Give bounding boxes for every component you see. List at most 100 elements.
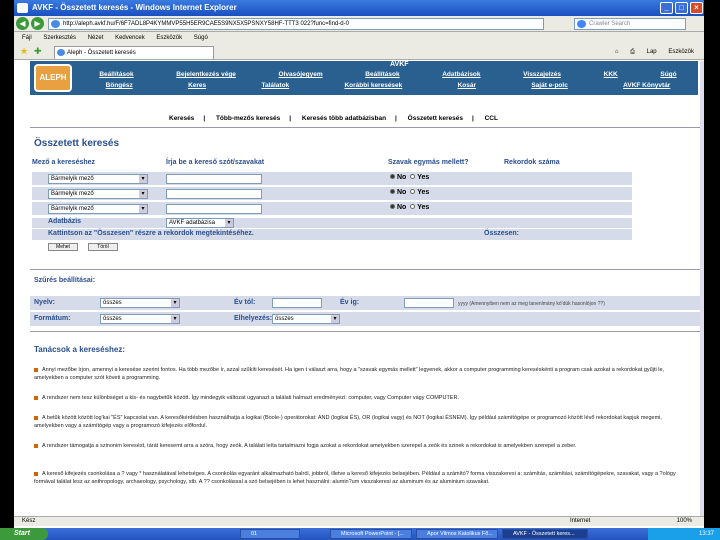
search-input[interactable]: Crawler Search bbox=[574, 18, 686, 30]
adjacent-radio-2[interactable]: No Yes bbox=[390, 189, 429, 196]
ie-icon bbox=[17, 3, 28, 13]
subnav-multidb[interactable]: Keresés több adatbázisban bbox=[302, 115, 386, 122]
status-bar: Kész Internet 100% bbox=[14, 516, 704, 526]
nav-feedback[interactable]: Visszajelzés bbox=[523, 71, 561, 81]
year-hint: yyyy (Amennyiben nem az meg tanenlmány k… bbox=[458, 301, 605, 307]
nav-faq[interactable]: KKK bbox=[604, 71, 618, 81]
window-title: AVKF - Összetett keresés - Windows Inter… bbox=[32, 3, 237, 12]
page-title: Összetett keresés bbox=[34, 138, 120, 149]
task-folder[interactable]: 01 bbox=[240, 529, 300, 539]
field-select-2[interactable]: Bármelyik mező bbox=[48, 189, 148, 199]
field-select-3[interactable]: Bármelyik mező bbox=[48, 204, 148, 214]
cmd-tools[interactable]: Eszközök bbox=[668, 49, 694, 55]
tip-item: Annyi mezőbe írjon, amennyi a keresése s… bbox=[34, 367, 665, 381]
nav-basket[interactable]: Kosár bbox=[458, 82, 476, 92]
nav-eshelf[interactable]: Saját e-polc bbox=[531, 82, 567, 92]
bullet-icon bbox=[34, 367, 38, 372]
aleph-logo: ALEPH bbox=[34, 64, 72, 92]
location-label: Elhelyezés: bbox=[234, 315, 273, 322]
page-scrollbar[interactable] bbox=[700, 61, 704, 516]
home-icon[interactable]: ⌂ bbox=[615, 49, 619, 55]
system-tray: 13:37 bbox=[648, 528, 720, 540]
nav-results[interactable]: Találatok bbox=[261, 82, 289, 92]
tip-item: A rendszer támogatja a szinonim keresést… bbox=[34, 442, 684, 450]
url-input[interactable]: http://aleph.avkf.hu/F/6F7ADL8P4KYMMVP55… bbox=[48, 18, 544, 30]
bullet-icon bbox=[34, 395, 38, 400]
bullet-icon bbox=[34, 471, 38, 476]
nav-library[interactable]: AVKF Könyvtár bbox=[623, 82, 670, 92]
search-type-nav: Keresés | Több-mezős keresés | Keresés töb… bbox=[169, 115, 498, 122]
menu-help[interactable]: Súgó bbox=[194, 35, 208, 41]
database-select[interactable]: AVKF adatbázisa bbox=[166, 218, 234, 228]
col-words-header: Írja be a kereső szót/szavakat bbox=[166, 159, 265, 166]
close-icon[interactable]: × bbox=[690, 2, 703, 14]
site-name: AVKF bbox=[390, 61, 409, 68]
subnav-basic[interactable]: Keresés bbox=[169, 115, 194, 122]
filters-heading: Szűrés beállításai: bbox=[34, 277, 96, 284]
site-banner: ALEPH AVKF Beállítások Bejelentkezés vég… bbox=[30, 61, 698, 95]
add-favorite-icon[interactable]: ✚ bbox=[34, 46, 42, 57]
database-label: Adatbázis bbox=[48, 218, 82, 225]
page-icon bbox=[51, 20, 60, 28]
cmd-page[interactable]: Lap bbox=[647, 49, 657, 55]
bullet-icon bbox=[34, 415, 38, 420]
nav-settings-1[interactable]: Beállítások bbox=[99, 71, 133, 81]
adjacent-radio-3[interactable]: No Yes bbox=[390, 204, 429, 211]
submit-button[interactable]: Mehet bbox=[48, 243, 78, 251]
nav-logout[interactable]: Bejelentkezés vége bbox=[176, 71, 236, 81]
taskbar: Start 01 Microsoft PowerPoint - [... Apo… bbox=[0, 528, 720, 540]
nav-reader-card[interactable]: Olvasójegyem bbox=[279, 71, 323, 81]
menu-file[interactable]: Fájl bbox=[22, 35, 32, 41]
click-hint: Kattintson az "Összesen" részre a rekord… bbox=[48, 230, 254, 237]
language-label: Nyelv: bbox=[34, 299, 56, 306]
database-row bbox=[32, 218, 632, 228]
format-select[interactable]: összes bbox=[100, 314, 180, 324]
subnav-ccl[interactable]: CCL bbox=[485, 115, 498, 122]
task-powerpoint[interactable]: Microsoft PowerPoint - [... bbox=[330, 529, 412, 539]
words-input-3[interactable] bbox=[166, 204, 262, 214]
year-from-input[interactable] bbox=[272, 298, 322, 308]
location-select[interactable]: összes bbox=[272, 314, 340, 324]
print-icon[interactable]: ⎙ bbox=[630, 49, 635, 55]
browser-window: AVKF - Összetett keresés - Windows Inter… bbox=[14, 0, 704, 540]
col-field-header: Mező a kereséshez bbox=[32, 159, 96, 166]
page-icon bbox=[57, 49, 65, 56]
back-icon[interactable]: ◀ bbox=[16, 17, 29, 30]
words-input-2[interactable] bbox=[166, 189, 262, 199]
divider bbox=[30, 269, 700, 270]
menu-tools[interactable]: Eszközök bbox=[156, 35, 182, 41]
command-bar: ⌂ ⎙ Lap Eszközök bbox=[605, 47, 694, 57]
field-select-1[interactable]: Bármelyik mező bbox=[48, 174, 148, 184]
maximize-icon[interactable]: □ bbox=[675, 2, 688, 14]
menu-edit[interactable]: Szerkesztés bbox=[43, 35, 76, 41]
task-browser[interactable]: AVKF - Összetett keres... bbox=[502, 529, 588, 539]
clear-button[interactable]: Töröl bbox=[88, 243, 118, 251]
language-select[interactable]: összes bbox=[100, 298, 180, 308]
minimize-icon[interactable]: _ bbox=[660, 2, 673, 14]
menu-favorites[interactable]: Kedvencek bbox=[115, 35, 145, 41]
search-engine-icon bbox=[577, 20, 586, 28]
menu-view[interactable]: Nézet bbox=[88, 35, 104, 41]
subnav-advanced[interactable]: Összetett keresés bbox=[408, 115, 463, 122]
task-word[interactable]: Apor Vilmos Katolikus Fő... bbox=[416, 529, 498, 539]
divider bbox=[30, 127, 700, 128]
nav-databases[interactable]: Adatbázisok bbox=[442, 71, 480, 81]
bullet-icon bbox=[34, 443, 38, 448]
nav-history[interactable]: Korábbi keresések bbox=[344, 82, 402, 92]
nav-help[interactable]: Súgó bbox=[660, 71, 676, 81]
format-label: Formátum: bbox=[34, 315, 71, 322]
favorites-star-icon[interactable]: ★ bbox=[20, 46, 28, 57]
tab-current[interactable]: Aleph - Összetett keresés bbox=[54, 46, 214, 59]
year-to-input[interactable] bbox=[404, 298, 454, 308]
adjacent-radio-1[interactable]: No Yes bbox=[390, 174, 429, 181]
nav-search[interactable]: Keres bbox=[188, 82, 206, 92]
security-zone: Internet bbox=[570, 518, 591, 524]
words-input-1[interactable] bbox=[166, 174, 262, 184]
subnav-multifield[interactable]: Több-mezős keresés bbox=[216, 115, 280, 122]
start-button[interactable]: Start bbox=[0, 528, 48, 540]
nav-browse[interactable]: Böngész bbox=[106, 82, 133, 92]
forward-icon[interactable]: ▶ bbox=[31, 17, 44, 30]
nav-settings-2[interactable]: Beállítások bbox=[365, 71, 399, 81]
zoom-level[interactable]: 100% bbox=[677, 517, 692, 526]
favorites-bar: ★ ✚ Aleph - Összetett keresés ⌂ ⎙ Lap Es… bbox=[14, 44, 704, 60]
